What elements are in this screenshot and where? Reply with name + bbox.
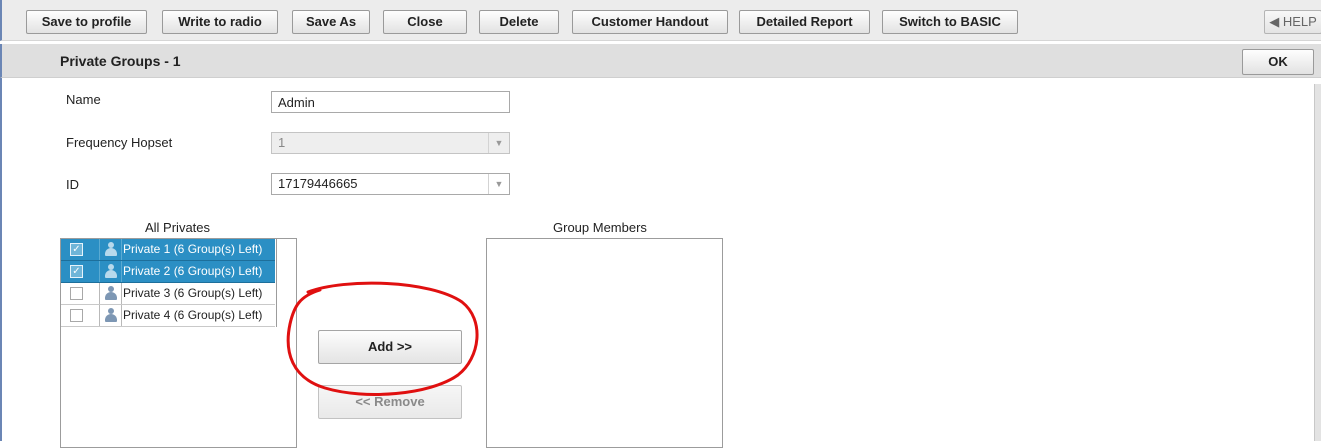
list-item-label: Private 3 (6 Group(s) Left)	[123, 286, 263, 300]
frequency-hopset-value: 1	[278, 135, 286, 150]
person-icon	[105, 242, 117, 257]
id-value: 17179446665	[278, 176, 358, 191]
person-icon	[105, 286, 117, 301]
checkbox[interactable]: ✓	[70, 265, 83, 278]
chevron-down-icon[interactable]: ▼	[488, 174, 509, 194]
checkbox-cell[interactable]	[61, 283, 100, 304]
customer-handout-button[interactable]: Customer Handout	[572, 10, 728, 34]
group-members-list[interactable]	[486, 238, 723, 448]
icon-cell	[99, 283, 122, 304]
help-button[interactable]: ◀ HELP	[1264, 10, 1321, 34]
icon-cell	[99, 261, 122, 282]
icon-cell	[99, 239, 122, 260]
checkbox-cell[interactable]: ✓	[61, 239, 100, 260]
switch-to-basic-button[interactable]: Switch to BASIC	[882, 10, 1018, 34]
delete-button[interactable]: Delete	[479, 10, 559, 34]
detailed-report-button[interactable]: Detailed Report	[739, 10, 870, 34]
ok-button[interactable]: OK	[1242, 49, 1314, 75]
list-item[interactable]: Private 3 (6 Group(s) Left)	[61, 283, 275, 305]
annotation-circle	[286, 281, 479, 396]
person-icon	[105, 264, 117, 279]
icon-cell	[99, 305, 122, 326]
list-item[interactable]: ✓ Private 1 (6 Group(s) Left)	[61, 239, 275, 261]
page-title: Private Groups - 1	[60, 53, 181, 69]
group-members-header: Group Members	[553, 220, 647, 235]
write-to-radio-button[interactable]: Write to radio	[162, 10, 278, 34]
name-label: Name	[66, 92, 101, 107]
person-icon	[105, 308, 117, 323]
all-privates-list[interactable]: ✓ Private 1 (6 Group(s) Left) ✓ Private 2 (…	[60, 238, 297, 448]
title-bar	[0, 44, 1321, 78]
id-select[interactable]: 17179446665 ▼	[271, 173, 510, 195]
checkbox[interactable]	[70, 309, 83, 322]
id-label: ID	[66, 177, 79, 192]
chevron-down-icon[interactable]: ▼	[488, 133, 509, 153]
list-item-label: Private 2 (6 Group(s) Left)	[123, 264, 263, 278]
checkbox-cell[interactable]: ✓	[61, 261, 100, 282]
save-to-profile-button[interactable]: Save to profile	[26, 10, 147, 34]
checkbox[interactable]: ✓	[70, 243, 83, 256]
frequency-hopset-label: Frequency Hopset	[66, 135, 173, 150]
list-item-label: Private 1 (6 Group(s) Left)	[123, 242, 263, 256]
save-as-button[interactable]: Save As	[292, 10, 370, 34]
frequency-hopset-select[interactable]: 1 ▼	[271, 132, 510, 154]
name-input[interactable]	[271, 91, 510, 113]
toolbar: Save to profile Write to radio Save As C…	[0, 0, 1321, 41]
checkbox[interactable]	[70, 287, 83, 300]
list-item[interactable]: ✓ Private 2 (6 Group(s) Left)	[61, 261, 275, 283]
checkbox-cell[interactable]	[61, 305, 100, 326]
vertical-scrollbar[interactable]	[1314, 84, 1321, 441]
content-frame-border	[0, 78, 2, 441]
list-item[interactable]: Private 4 (6 Group(s) Left)	[61, 305, 275, 327]
list-item-label: Private 4 (6 Group(s) Left)	[123, 308, 263, 322]
close-button[interactable]: Close	[383, 10, 467, 34]
all-privates-header: All Privates	[145, 220, 211, 235]
